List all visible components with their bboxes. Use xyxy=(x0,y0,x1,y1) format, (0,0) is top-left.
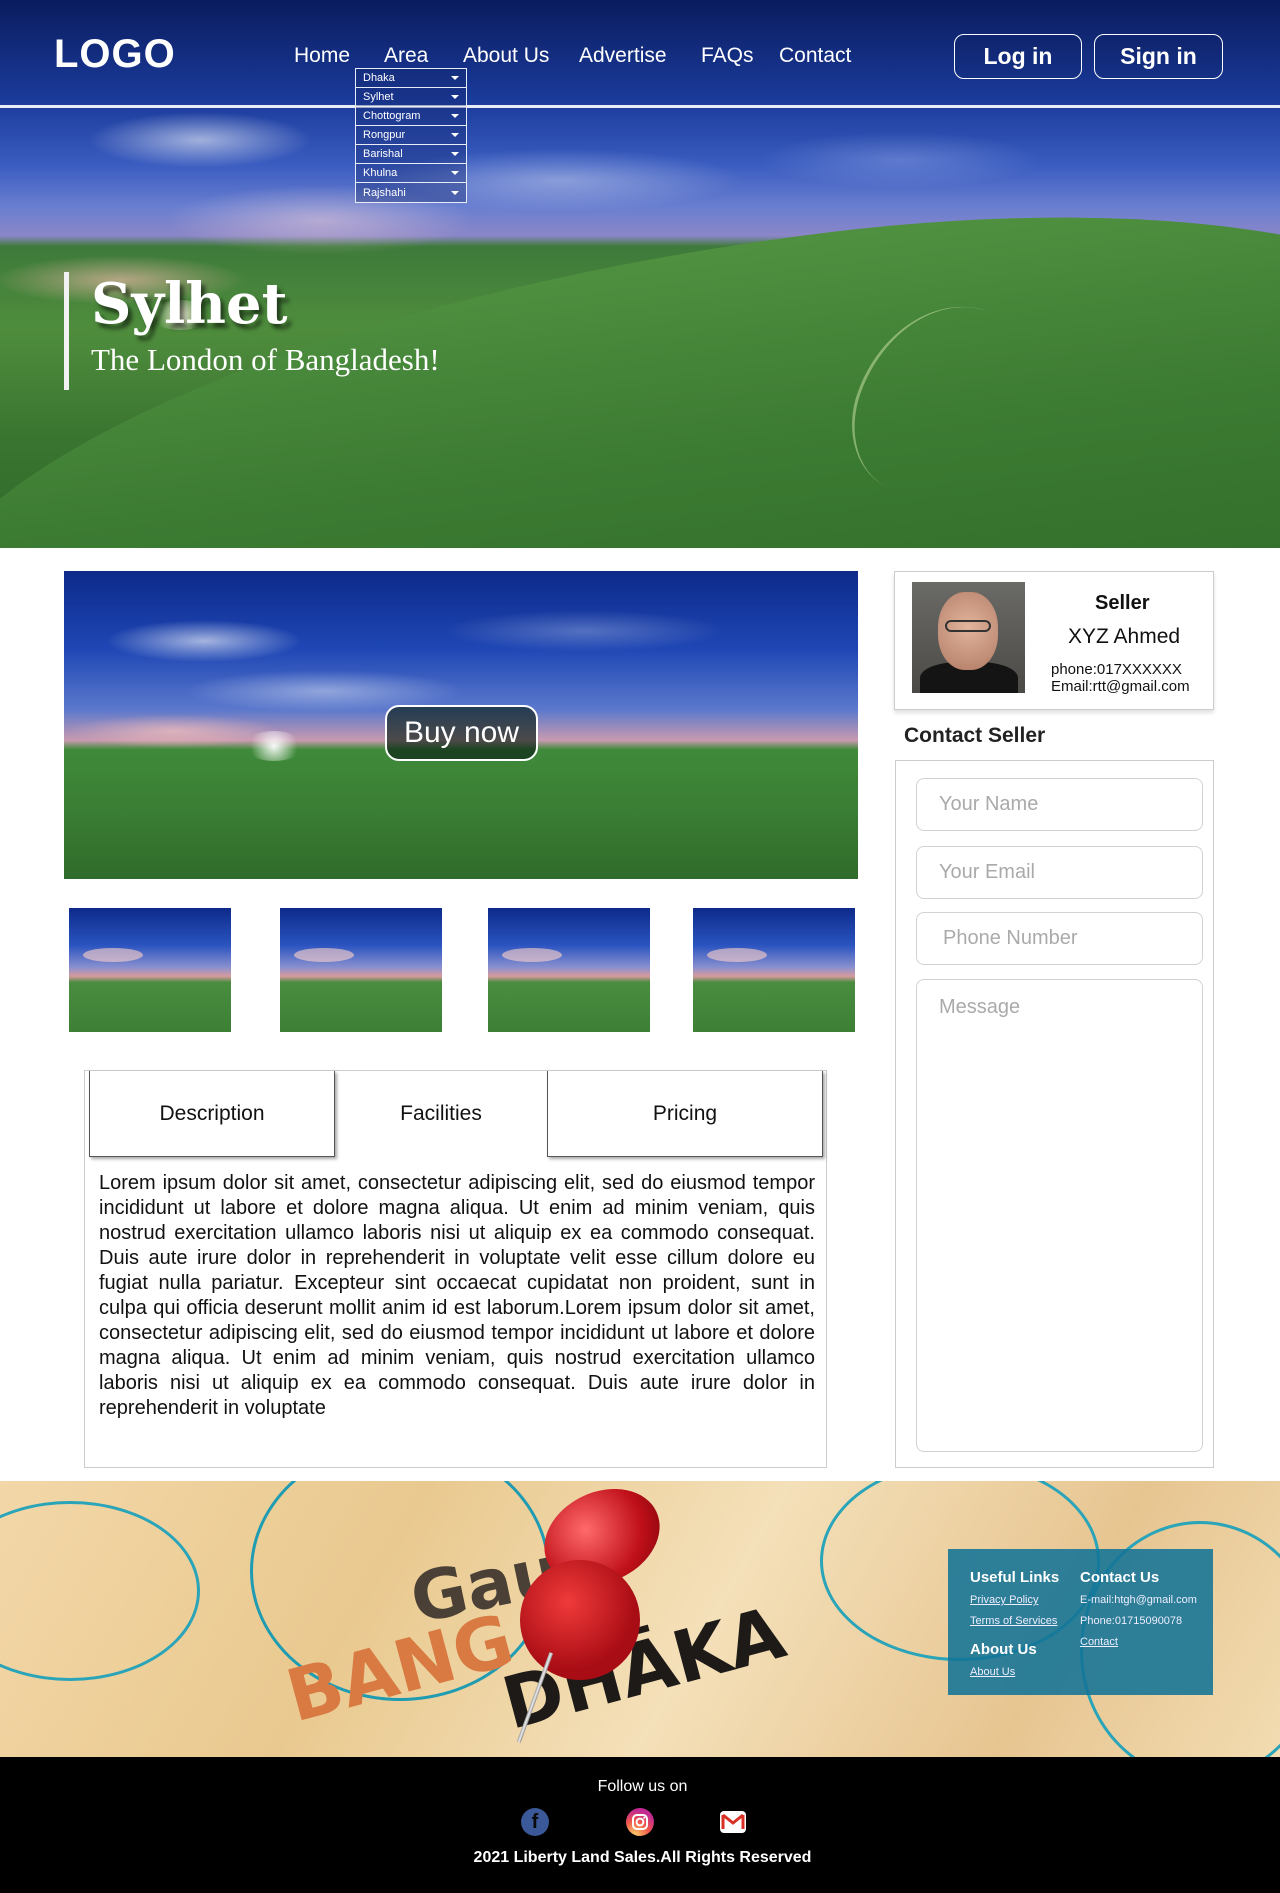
message-field[interactable] xyxy=(916,979,1203,1452)
copyright-text: 2021 Liberty Land Sales.All Rights Reser… xyxy=(473,1849,812,1866)
area-option-dhaka[interactable]: Dhaka xyxy=(356,69,466,88)
follow-us-label: Follow us on xyxy=(597,1778,688,1795)
about-us-link[interactable]: About Us xyxy=(970,1666,1015,1678)
useful-links-title: Useful Links xyxy=(970,1569,1060,1586)
footer-phone: Phone:01715090078 xyxy=(1080,1615,1183,1627)
nav-area[interactable]: Area xyxy=(384,44,428,68)
seller-email: Email:rtt@gmail.com xyxy=(1051,678,1190,695)
tab-facilities[interactable]: Facilities xyxy=(335,1071,547,1157)
facebook-icon[interactable]: f xyxy=(521,1808,549,1836)
property-tabs: Description Facilities Pricing Lorem ips… xyxy=(84,1070,827,1468)
nav-about-us[interactable]: About Us xyxy=(463,44,549,68)
nav-advertise[interactable]: Advertise xyxy=(579,44,667,68)
area-option-chottogram[interactable]: Chottogram xyxy=(356,107,466,126)
tab-description[interactable]: Description xyxy=(89,1071,335,1157)
site-logo[interactable]: LOGO xyxy=(54,32,176,77)
caret-down-icon xyxy=(451,190,459,195)
phone-field[interactable] xyxy=(916,912,1203,965)
instagram-icon[interactable] xyxy=(626,1808,654,1836)
caret-down-icon xyxy=(451,171,459,175)
hero-subtitle: The London of Bangladesh! xyxy=(91,342,440,377)
caret-down-icon xyxy=(451,133,459,137)
contact-seller-form xyxy=(895,760,1214,1468)
area-option-barishal[interactable]: Barishal xyxy=(356,145,466,164)
nav-home[interactable]: Home xyxy=(294,44,350,68)
terms-link[interactable]: Terms of Services xyxy=(970,1615,1057,1627)
thumbnail-2[interactable] xyxy=(280,908,442,1032)
footer: Follow us on f 2021 Liberty Land Sales.A… xyxy=(0,1757,1280,1893)
login-button[interactable]: Log in xyxy=(954,34,1082,79)
thumbnail-1[interactable] xyxy=(69,908,231,1032)
caret-down-icon xyxy=(451,152,459,156)
caret-down-icon xyxy=(451,114,459,118)
seller-name: XYZ Ahmed xyxy=(1068,625,1181,648)
email-field[interactable] xyxy=(916,846,1203,899)
seller-label: Seller xyxy=(1095,592,1150,614)
seller-card: Seller XYZ Ahmed phone:017XXXXXX Email:r… xyxy=(894,571,1214,710)
footer-email: E-mail:htgh@gmail.com xyxy=(1080,1594,1197,1606)
area-dropdown: Dhaka Sylhet Chottogram Rongpur Barishal… xyxy=(355,68,467,203)
tab-pricing[interactable]: Pricing xyxy=(547,1071,823,1157)
hero-title: Sylhet xyxy=(91,271,288,337)
gmail-icon[interactable] xyxy=(720,1811,746,1833)
name-field[interactable] xyxy=(916,778,1203,831)
thumbnail-4[interactable] xyxy=(693,908,855,1032)
caret-down-icon xyxy=(451,95,459,99)
buy-now-button[interactable]: Buy now xyxy=(385,705,538,761)
caret-down-icon xyxy=(451,76,459,80)
seller-phone: phone:017XXXXXX xyxy=(1051,661,1182,678)
thumbnail-3[interactable] xyxy=(488,908,650,1032)
privacy-policy-link[interactable]: Privacy Policy xyxy=(970,1594,1038,1606)
contact-seller-title: Contact Seller xyxy=(904,724,1046,747)
nav-faqs[interactable]: FAQs xyxy=(701,44,754,68)
area-option-rajshahi[interactable]: Rajshahi xyxy=(356,183,466,202)
area-option-sylhet[interactable]: Sylhet xyxy=(356,88,466,107)
area-option-khulna[interactable]: Khulna xyxy=(356,164,466,183)
footer-links-box: Useful Links Privacy Policy Terms of Ser… xyxy=(948,1549,1213,1695)
area-option-rongpur[interactable]: Rongpur xyxy=(356,126,466,145)
signin-button[interactable]: Sign in xyxy=(1094,34,1223,79)
top-navbar: LOGO Home Area About Us Advertise FAQs C… xyxy=(0,0,1280,108)
nav-contact[interactable]: Contact xyxy=(779,44,851,68)
about-us-title: About Us xyxy=(970,1641,1037,1658)
contact-link[interactable]: Contact xyxy=(1080,1636,1118,1648)
hero-heading-block: Sylhet The London of Bangladesh! xyxy=(64,272,440,390)
photo-sun xyxy=(244,731,304,761)
tab-description-text: Lorem ipsum dolor sit amet, consectetur … xyxy=(99,1172,815,1419)
seller-avatar xyxy=(912,582,1025,693)
contact-us-title: Contact Us xyxy=(1080,1569,1160,1586)
